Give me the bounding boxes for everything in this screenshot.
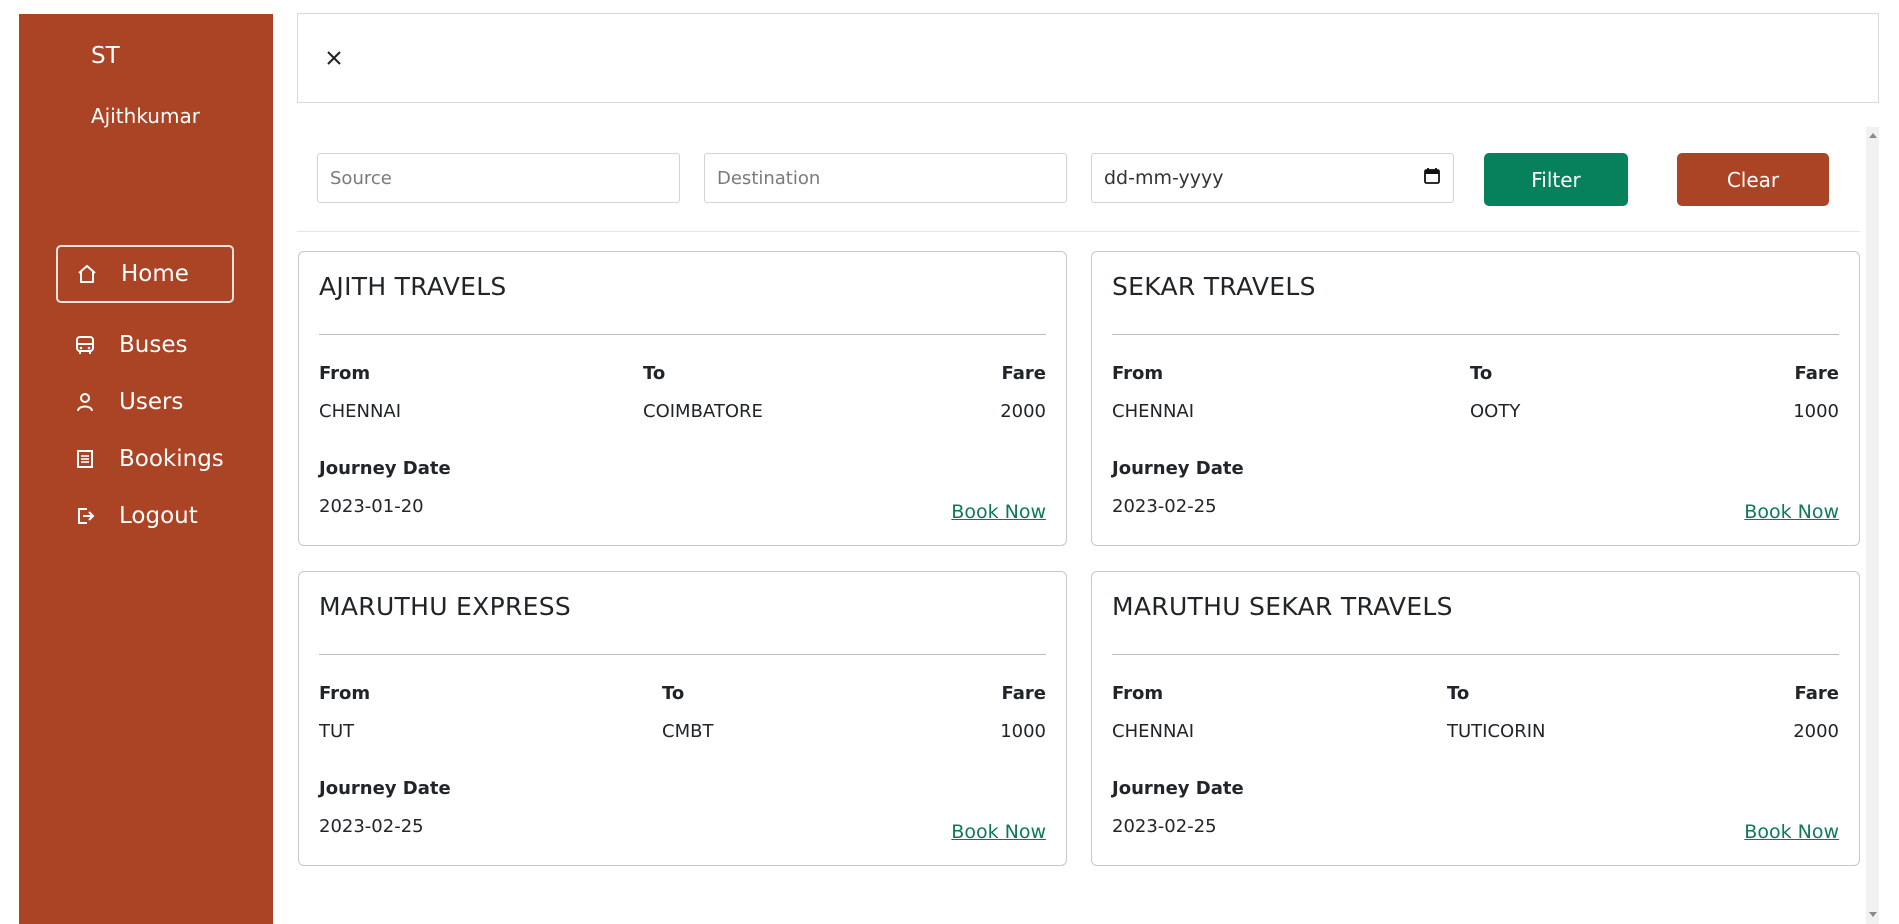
home-icon [76, 263, 98, 285]
sidebar-item-logout[interactable]: Logout [56, 487, 234, 545]
date-placeholder: dd-mm-yyyy [1104, 167, 1224, 189]
from-value: CHENNAI [319, 401, 402, 422]
brand-logo-text: ST [91, 43, 120, 69]
bus-name: MARUTHU SEKAR TRAVELS [1112, 592, 1453, 621]
book-now-link[interactable]: Book Now [1744, 821, 1839, 843]
sidebar-item-label: Buses [119, 332, 188, 358]
bus-card: MARUTHU SEKAR TRAVELS From To Fare CHENN… [1091, 571, 1860, 866]
sidebar: ST Ajithkumar Home Buses Users Bookings … [19, 14, 273, 924]
close-icon[interactable] [323, 47, 345, 69]
book-now-link[interactable]: Book Now [1744, 501, 1839, 523]
divider [319, 334, 1046, 335]
fare-label: Fare [1794, 363, 1839, 384]
bus-icon [74, 334, 96, 356]
divider [319, 654, 1046, 655]
from-label: From [1112, 363, 1164, 384]
journey-date-value: 2023-02-25 [319, 816, 424, 837]
from-label: From [319, 363, 371, 384]
journey-date-label: Journey Date [1112, 778, 1244, 799]
divider [1112, 334, 1839, 335]
to-value: CMBT [662, 721, 714, 742]
sidebar-item-label: Users [119, 389, 184, 415]
destination-input[interactable] [704, 153, 1067, 203]
fare-label: Fare [1001, 683, 1046, 704]
sidebar-item-label: Bookings [119, 446, 224, 472]
to-label: To [643, 363, 666, 384]
sidebar-item-buses[interactable]: Buses [56, 316, 234, 374]
book-now-link[interactable]: Book Now [951, 501, 1046, 523]
sidebar-item-label: Home [121, 261, 189, 287]
from-value: TUT [319, 721, 355, 742]
journey-date-input[interactable]: dd-mm-yyyy [1091, 153, 1454, 203]
sidebar-item-users[interactable]: Users [56, 373, 234, 431]
journey-date-value: 2023-02-25 [1112, 496, 1217, 517]
scrollbar[interactable] [1866, 127, 1879, 924]
from-label: From [319, 683, 371, 704]
journey-date-value: 2023-02-25 [1112, 816, 1217, 837]
fare-value: 1000 [1000, 721, 1046, 742]
to-value: OOTY [1470, 401, 1521, 422]
filter-bar: dd-mm-yyyy Filter Clear [297, 127, 1860, 232]
journey-date-label: Journey Date [1112, 458, 1244, 479]
username: Ajithkumar [91, 104, 200, 128]
clear-button[interactable]: Clear [1677, 153, 1829, 206]
fare-value: 2000 [1000, 401, 1046, 422]
fare-value: 1000 [1793, 401, 1839, 422]
sidebar-item-bookings[interactable]: Bookings [56, 430, 234, 488]
from-label: From [1112, 683, 1164, 704]
sidebar-item-home[interactable]: Home [56, 245, 234, 303]
fare-label: Fare [1794, 683, 1839, 704]
from-value: CHENNAI [1112, 721, 1195, 742]
scroll-up-arrow-icon[interactable] [1869, 133, 1877, 138]
top-bar [297, 13, 1879, 103]
user-icon [74, 391, 96, 413]
bus-name: AJITH TRAVELS [319, 272, 507, 301]
book-now-link[interactable]: Book Now [951, 821, 1046, 843]
journey-date-label: Journey Date [319, 778, 451, 799]
divider [1112, 654, 1839, 655]
to-label: To [1470, 363, 1493, 384]
bus-card: MARUTHU EXPRESS From To Fare TUT CMBT 10… [298, 571, 1067, 866]
list-icon [74, 448, 96, 470]
scroll-down-arrow-icon[interactable] [1869, 912, 1877, 917]
source-input[interactable] [317, 153, 680, 203]
fare-value: 2000 [1793, 721, 1839, 742]
from-value: CHENNAI [1112, 401, 1195, 422]
bus-card: AJITH TRAVELS From To Fare CHENNAI COIMB… [298, 251, 1067, 546]
bus-name: SEKAR TRAVELS [1112, 272, 1316, 301]
journey-date-label: Journey Date [319, 458, 451, 479]
to-value: COIMBATORE [643, 401, 763, 422]
to-label: To [1447, 683, 1470, 704]
logout-icon [74, 505, 96, 527]
bus-name: MARUTHU EXPRESS [319, 592, 572, 621]
bus-card: SEKAR TRAVELS From To Fare CHENNAI OOTY … [1091, 251, 1860, 546]
journey-date-value: 2023-01-20 [319, 496, 424, 517]
to-value: TUTICORIN [1447, 721, 1546, 742]
fare-label: Fare [1001, 363, 1046, 384]
to-label: To [662, 683, 685, 704]
sidebar-item-label: Logout [119, 503, 198, 529]
calendar-icon[interactable] [1423, 167, 1441, 190]
filter-button[interactable]: Filter [1484, 153, 1628, 206]
